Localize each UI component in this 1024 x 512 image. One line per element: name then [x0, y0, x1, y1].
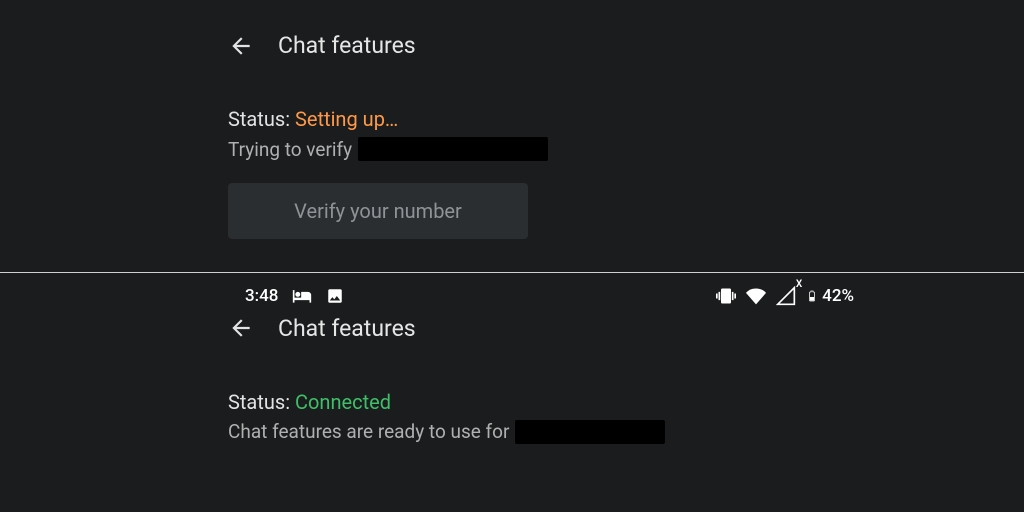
status-line: Status: Setting up…: [228, 107, 964, 131]
vibrate-icon: [716, 286, 736, 306]
cellular-signal-icon: X: [776, 286, 796, 306]
status-value: Setting up…: [295, 107, 398, 131]
status-subline: Chat features are ready to use for: [228, 420, 964, 444]
page-title: Chat features: [278, 315, 416, 342]
battery-percent: 42%: [822, 286, 854, 306]
bed-icon: [292, 286, 312, 306]
back-arrow-icon[interactable]: [228, 33, 254, 59]
image-icon: [326, 287, 344, 305]
status-prefix: Status:: [228, 390, 295, 414]
status-line: Status: Connected: [228, 390, 964, 414]
verify-number-button[interactable]: Verify your number: [228, 183, 528, 239]
subline-text: Trying to verify: [228, 138, 352, 161]
header-row: Chat features: [228, 32, 964, 59]
statusbar-left: 3:48: [245, 286, 344, 306]
wifi-icon: [746, 286, 766, 306]
panel-setting-up: Chat features Status: Setting up… Trying…: [0, 0, 1024, 272]
statusbar-time: 3:48: [245, 286, 278, 306]
panel-connected: 3:48 X: [0, 273, 1024, 512]
back-arrow-icon[interactable]: [228, 315, 254, 341]
status-subline: Trying to verify: [228, 137, 964, 161]
statusbar-right: X 42%: [716, 286, 854, 306]
status-value: Connected: [295, 390, 391, 414]
subline-text: Chat features are ready to use for: [228, 420, 509, 443]
android-statusbar: 3:48 X: [0, 281, 1024, 311]
header-row: Chat features: [228, 315, 964, 342]
redacted-number: [515, 420, 665, 444]
page-title: Chat features: [278, 32, 416, 59]
redacted-number: [358, 137, 548, 161]
status-prefix: Status:: [228, 107, 295, 131]
battery-icon: [806, 286, 818, 306]
